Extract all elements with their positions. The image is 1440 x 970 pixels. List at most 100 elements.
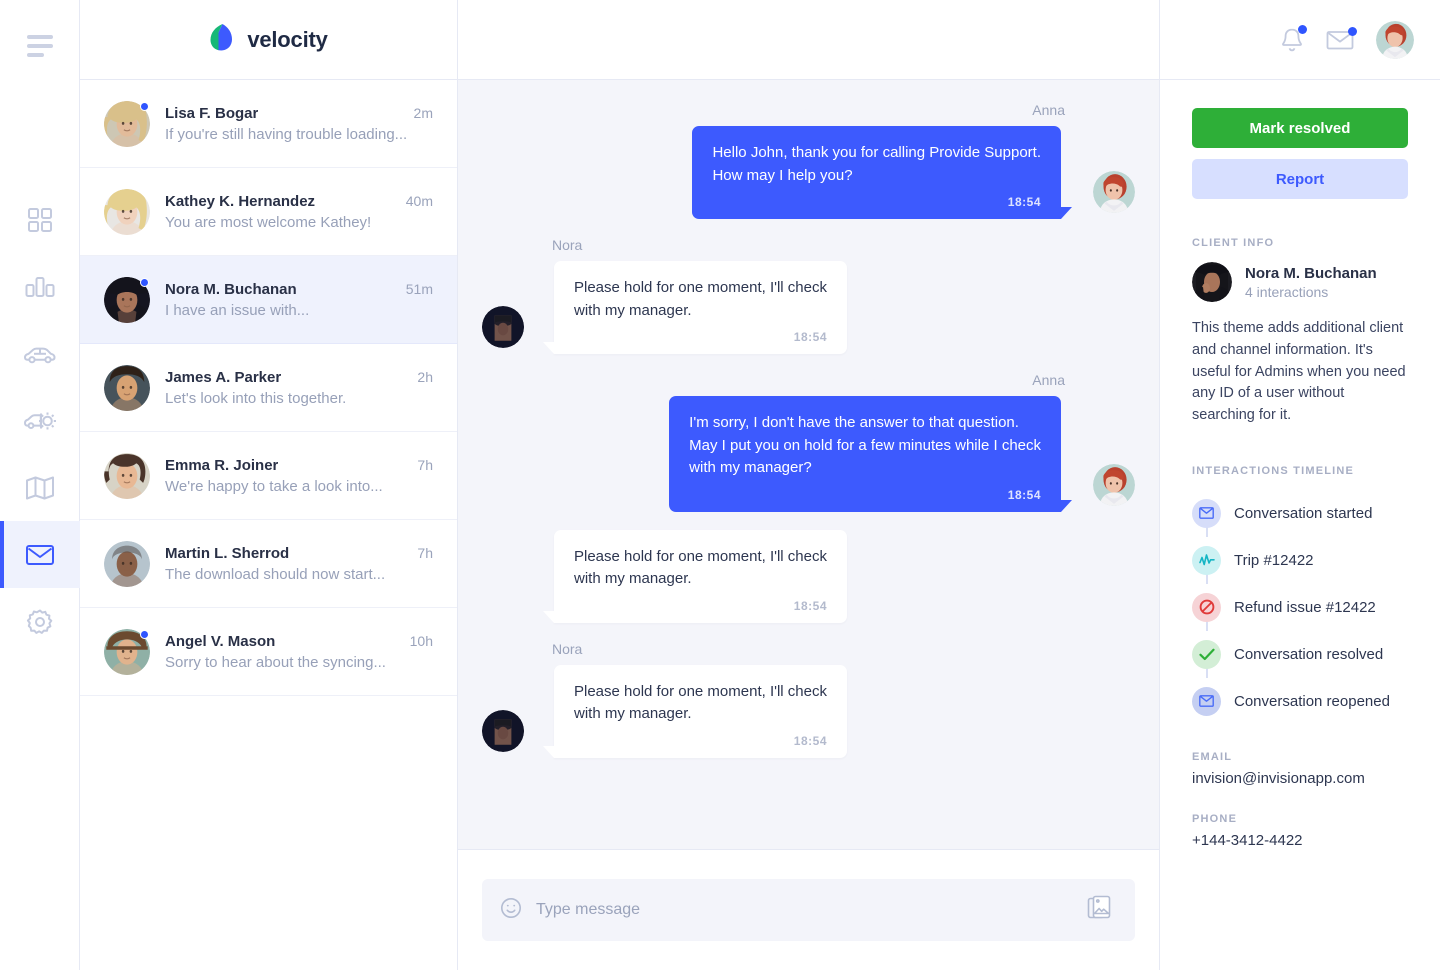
phone-value: +144-3412-4422: [1192, 831, 1303, 849]
conversation-list[interactable]: Lisa F. Bogar 2m If you're still having …: [80, 80, 457, 970]
conversation-preview: We're happy to take a look into...: [165, 477, 383, 495]
message-timestamp: 18:54: [1007, 487, 1041, 502]
message-bubble[interactable]: Hello John, thank you for calling Provid…: [692, 126, 1072, 219]
conversation-list-item[interactable]: Emma R. Joiner 7h We're happy to take a …: [80, 432, 457, 520]
conversation-name: Nora M. Buchanan: [165, 280, 297, 298]
chat-message: Anna Hello John, thank you for calling P…: [482, 102, 1135, 219]
check-icon: [1192, 639, 1221, 669]
hamburger-menu-icon[interactable]: [0, 26, 80, 66]
message-author: Nora: [552, 640, 583, 657]
message-bubble[interactable]: Please hold for one moment, I'll check w…: [543, 664, 847, 758]
conversation-name: Lisa F. Bogar: [165, 104, 259, 122]
mail-badge-dot: [1348, 26, 1357, 36]
avatar: [104, 452, 150, 499]
avatar-wrap: [104, 100, 150, 147]
chat-message: Nora Please hold for one moment, I'll ch…: [482, 237, 1135, 354]
sidebar-item-dashboard[interactable]: [0, 186, 80, 253]
brand-header: velocity: [80, 0, 457, 80]
chat-message-list[interactable]: Anna Hello John, thank you for calling P…: [458, 80, 1159, 850]
message-composer[interactable]: [482, 879, 1135, 941]
client-avatar: [1192, 262, 1232, 302]
mark-resolved-button[interactable]: Mark resolved: [1192, 108, 1408, 148]
envelope-icon[interactable]: [1326, 26, 1357, 51]
block-forbidden-icon: [1192, 592, 1221, 622]
timeline-item-label: Refund issue #12422: [1234, 598, 1376, 616]
interactions-timeline: Conversation started Trip #12422 Refund …: [1192, 490, 1408, 725]
conversation-body: James A. Parker 2h Let's look into this …: [165, 369, 433, 407]
app-window: velocity Lisa F. Bogar 2m If you're stil…: [0, 0, 1440, 970]
sidebar-item-map[interactable]: [0, 454, 80, 521]
conversation-time: 51m: [405, 280, 433, 297]
grid-dashboard-icon: [27, 207, 53, 233]
client-info-body: Mark resolved Report CLIENT INFO Nora M.…: [1160, 80, 1440, 970]
client-name: Nora M. Buchanan: [1245, 264, 1377, 282]
avatar-wrap: [104, 188, 150, 235]
client-summary: Nora M. Buchanan 4 interactions: [1192, 262, 1408, 302]
message-bubble[interactable]: Please hold for one moment, I'll check w…: [543, 261, 847, 354]
conversation-preview: I have an issue with...: [165, 301, 310, 319]
avatar-wrap: [104, 540, 150, 587]
report-button[interactable]: Report: [1192, 159, 1408, 199]
conversation-list-item[interactable]: Lisa F. Bogar 2m If you're still having …: [80, 80, 457, 168]
sidebar-item-service[interactable]: [0, 387, 80, 454]
avatar: [482, 709, 524, 752]
message-timestamp: 18:54: [1007, 195, 1041, 209]
conversation-list-item[interactable]: Kathey K. Hernandez 40m You are most wel…: [80, 168, 457, 256]
conversation-time: 40m: [405, 192, 433, 209]
conversation-list-item[interactable]: Nora M. Buchanan 51m I have an issue wit…: [80, 256, 457, 344]
conversation-time: 2m: [413, 104, 433, 121]
bell-badge-dot: [1298, 24, 1307, 34]
timeline-item[interactable]: Conversation reopened: [1192, 678, 1408, 725]
conversation-list-panel: velocity Lisa F. Bogar 2m If you're stil…: [80, 0, 458, 970]
conversation-name: Kathey K. Hernandez: [165, 192, 316, 210]
message-text: Please hold for one moment, I'll check w…: [574, 682, 827, 723]
message-row: Please hold for one moment, I'll check w…: [482, 261, 1135, 354]
avatar-wrap: [104, 628, 150, 675]
conversation-header-row: Angel V. Mason 10h: [165, 633, 433, 650]
conversation-name: Angel V. Mason: [165, 632, 276, 650]
conversation-name: Emma R. Joiner: [165, 456, 279, 474]
sidebar-item-settings[interactable]: [0, 588, 80, 655]
avatar: [104, 188, 150, 235]
timeline-item[interactable]: Refund issue #12422: [1192, 584, 1408, 631]
sidebar-item-messages[interactable]: [0, 521, 80, 588]
message-text: Hello John, thank you for calling Provid…: [712, 144, 1041, 184]
message-row: Hello John, thank you for calling Provid…: [482, 126, 1135, 219]
email-label: EMAIL: [1192, 750, 1233, 763]
avatar[interactable]: [1376, 20, 1414, 59]
sidebar-item-vehicles[interactable]: [0, 320, 80, 387]
conversation-body: Kathey K. Hernandez 40m You are most wel…: [165, 193, 433, 231]
timeline-item-label: Conversation resolved: [1234, 645, 1384, 663]
chat-message: Please hold for one moment, I'll check w…: [482, 529, 1135, 623]
conversation-body: Lisa F. Bogar 2m If you're still having …: [165, 105, 433, 143]
client-interactions-count: 4 interactions: [1245, 283, 1329, 300]
message-input[interactable]: [536, 901, 1073, 919]
email-value: invision@invisionapp.com: [1192, 769, 1365, 787]
timeline-item-label: Trip #12422: [1234, 551, 1314, 569]
conversation-preview: You are most welcome Kathey!: [165, 213, 372, 231]
timeline-item[interactable]: Trip #12422: [1192, 537, 1408, 584]
chat-topbar: [458, 0, 1159, 80]
smiley-icon[interactable]: [500, 897, 522, 924]
message-bubble[interactable]: I'm sorry, I don't have the answer to th…: [669, 396, 1072, 512]
sidebar-item-analytics[interactable]: [0, 253, 80, 320]
conversation-list-item[interactable]: James A. Parker 2h Let's look into this …: [80, 344, 457, 432]
bell-notification-icon[interactable]: [1280, 24, 1307, 53]
conversation-list-item[interactable]: Martin L. Sherrod 7h The download should…: [80, 520, 457, 608]
avatar: [104, 364, 150, 411]
car-icon: [23, 344, 57, 364]
conversation-header-row: Martin L. Sherrod 7h: [165, 545, 433, 562]
avatar: [1093, 463, 1135, 506]
image-attachment-icon[interactable]: [1087, 895, 1113, 926]
conversation-header-row: Lisa F. Bogar 2m: [165, 105, 433, 122]
unread-badge-dot: [140, 277, 149, 287]
conversation-preview: If you're still having trouble loading..…: [165, 125, 408, 143]
unread-badge-dot: [140, 101, 149, 111]
timeline-item[interactable]: Conversation started: [1192, 490, 1408, 537]
phone-label: PHONE: [1192, 812, 1238, 825]
conversation-list-item[interactable]: Angel V. Mason 10h Sorry to hear about t…: [80, 608, 457, 696]
timeline-item[interactable]: Conversation resolved: [1192, 631, 1408, 678]
message-bubble[interactable]: Please hold for one moment, I'll check w…: [543, 529, 847, 623]
unread-badge-dot: [140, 629, 149, 639]
top-header-actions: [1160, 0, 1440, 80]
